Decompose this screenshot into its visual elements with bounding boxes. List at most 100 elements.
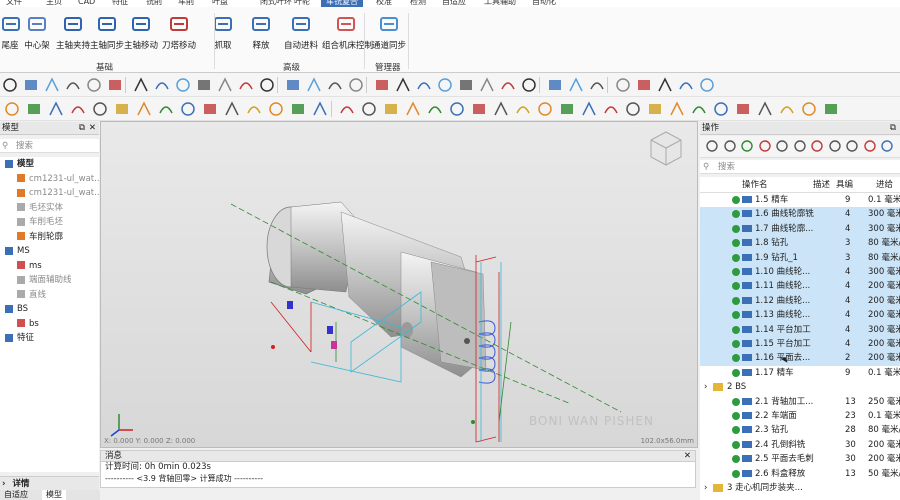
expand-icon[interactable]: › [704, 380, 707, 395]
toolbar-tool-icon[interactable] [44, 77, 60, 93]
column-header-desc[interactable]: 描述 [813, 177, 830, 193]
tree-item[interactable]: cm1231-ul_wat... [16, 172, 99, 187]
toolbar-tool-icon[interactable] [306, 77, 322, 93]
tree-item[interactable]: 直线 [16, 288, 46, 303]
tree-item[interactable]: bs [16, 317, 39, 332]
operation-tool-icon[interactable] [863, 139, 879, 155]
tree-item[interactable]: 车削毛坯 [16, 215, 63, 230]
ribbon-button[interactable]: 抓取 [208, 11, 238, 57]
toolbar-tool-icon[interactable] [603, 101, 619, 117]
toolbar-tool-icon[interactable] [559, 101, 575, 117]
close-icon[interactable]: ✕ [89, 122, 96, 135]
toolbar-tool-icon[interactable] [48, 101, 64, 117]
toolbar-tool-icon[interactable] [246, 101, 262, 117]
tree-item[interactable]: BS [4, 302, 28, 317]
float-icon[interactable]: ⧉ [890, 122, 896, 135]
operation-row[interactable]: 1.17 精车 9 0.1 毫米/ [700, 366, 900, 381]
operation-row[interactable]: 1.15 平台加工 4 200 毫米/ [700, 337, 900, 352]
menu-tab[interactable]: 叶盘 [212, 0, 228, 7]
toolbar-tool-icon[interactable] [515, 101, 531, 117]
operation-row[interactable]: 1.13 曲线轮... 4 200 毫米/ [700, 308, 900, 323]
operation-tool-icon[interactable] [810, 139, 826, 155]
toolbar-tool-icon[interactable] [416, 77, 432, 93]
operation-row[interactable]: 1.16 平面去...2200 毫米/ [700, 351, 900, 366]
menu-tab[interactable]: 特征 [112, 0, 128, 7]
menu-tab[interactable]: 铣削 [146, 0, 162, 7]
operation-row[interactable]: 2.5 平面去毛刺 30 200 毫米/ [700, 452, 900, 467]
tab-adaptive[interactable]: 自适应 [4, 490, 28, 500]
toolbar-tool-icon[interactable] [458, 77, 474, 93]
toolbar-tool-icon[interactable] [471, 101, 487, 117]
model-search-input[interactable]: ⚲ 搜索 [0, 139, 99, 153]
operation-row[interactable]: 1.12 曲线轮... 4 200 毫米/ [700, 293, 900, 309]
toolbar-tool-icon[interactable] [493, 101, 509, 117]
operation-tool-icon[interactable] [705, 139, 721, 155]
menu-tab[interactable]: 工具辅助 [484, 0, 516, 7]
toolbar-tool-icon[interactable] [26, 101, 42, 117]
toolbar-tool-icon[interactable] [238, 77, 254, 93]
tree-item[interactable]: 特征 [4, 331, 34, 346]
menu-tab[interactable]: 校准 [376, 0, 392, 7]
toolbar-tool-icon[interactable] [779, 101, 795, 117]
toolbar-tool-icon[interactable] [92, 101, 108, 117]
menu-tab[interactable]: 叶轮 [294, 0, 310, 7]
toolbar-tool-icon[interactable] [175, 77, 191, 93]
toolbar-tool-icon[interactable] [217, 77, 233, 93]
toolbar-tool-icon[interactable] [224, 101, 240, 117]
toolbar-tool-icon[interactable] [154, 77, 170, 93]
toolbar-tool-icon[interactable] [735, 101, 751, 117]
toolbar-tool-icon[interactable] [625, 101, 641, 117]
toolbar-tool-icon[interactable] [383, 101, 399, 117]
menu-tab[interactable]: 车削 [178, 0, 194, 7]
toolbar-tool-icon[interactable] [589, 77, 605, 93]
toolbar-tool-icon[interactable] [114, 101, 130, 117]
tree-item[interactable]: ms [16, 259, 42, 274]
operation-row[interactable]: 2.4 孔倒斜铣 30 200 毫米/ [700, 438, 900, 453]
toolbar-tool-icon[interactable] [547, 77, 563, 93]
operation-row[interactable]: 2.6 料盒释放 13 50 毫米/ [700, 467, 900, 482]
operation-tool-icon[interactable] [880, 139, 896, 155]
toolbar-tool-icon[interactable] [568, 77, 584, 93]
toolbar-tool-icon[interactable] [339, 101, 355, 117]
menu-tab[interactable]: 检测 [410, 0, 426, 7]
toolbar-tool-icon[interactable] [290, 101, 306, 117]
close-icon[interactable]: ✕ [684, 451, 691, 462]
toolbar-tool-icon[interactable] [70, 101, 86, 117]
menu-tab[interactable]: 闭式叶环 [260, 0, 292, 7]
ribbon-button[interactable]: 通道同步 [372, 11, 406, 57]
toolbar-tool-icon[interactable] [327, 77, 343, 93]
toolbar-tool-icon[interactable] [158, 101, 174, 117]
toolbar-tool-icon[interactable] [65, 77, 81, 93]
menu-tab[interactable]: 自动化 [532, 0, 556, 7]
toolbar-tool-icon[interactable] [202, 101, 218, 117]
operation-tool-icon[interactable] [845, 139, 861, 155]
toolbar-tool-icon[interactable] [479, 77, 495, 93]
column-header-tool[interactable]: 具编 [836, 177, 853, 193]
toolbar-tool-icon[interactable] [180, 101, 196, 117]
operation-row[interactable]: 1.11 曲线轮... 4 200 毫米/ [700, 279, 900, 294]
operation-tool-icon[interactable] [723, 139, 739, 155]
operation-tool-icon[interactable] [828, 139, 844, 155]
operation-group-row[interactable]: › 3 走心机同步装夹... [700, 481, 900, 496]
ribbon-button[interactable]: 释放 [246, 11, 276, 57]
operation-tool-icon[interactable] [775, 139, 791, 155]
expand-icon[interactable]: › [704, 481, 707, 496]
toolbar-tool-icon[interactable] [133, 77, 149, 93]
toolbar-tool-icon[interactable] [449, 101, 465, 117]
operation-row[interactable]: 1.5 精车 9 0.1 毫米/ [700, 193, 900, 208]
toolbar-tool-icon[interactable] [405, 101, 421, 117]
toolbar-tool-icon[interactable] [537, 101, 553, 117]
toolbar-tool-icon[interactable] [395, 77, 411, 93]
toolbar-tool-icon[interactable] [4, 101, 20, 117]
tree-item[interactable]: cm1231-ul_wat... [16, 186, 99, 201]
operation-search-input[interactable]: ⚲ 搜索 [700, 160, 900, 174]
ribbon-button[interactable]: 尾座 [0, 11, 20, 57]
toolbar-tool-icon[interactable] [136, 101, 152, 117]
toolbar-tool-icon[interactable] [437, 77, 453, 93]
toolbar-tool-icon[interactable] [2, 77, 18, 93]
operation-row[interactable]: 1.14 平台加工 4 300 毫米/ [700, 322, 900, 338]
operation-row[interactable]: 2.1 背轴加工... 13 250 毫米/ [700, 395, 900, 410]
toolbar-tool-icon[interactable] [691, 101, 707, 117]
operation-row[interactable]: 1.10 曲线轮... 4 300 毫米/ [700, 265, 900, 280]
toolbar-tool-icon[interactable] [348, 77, 364, 93]
